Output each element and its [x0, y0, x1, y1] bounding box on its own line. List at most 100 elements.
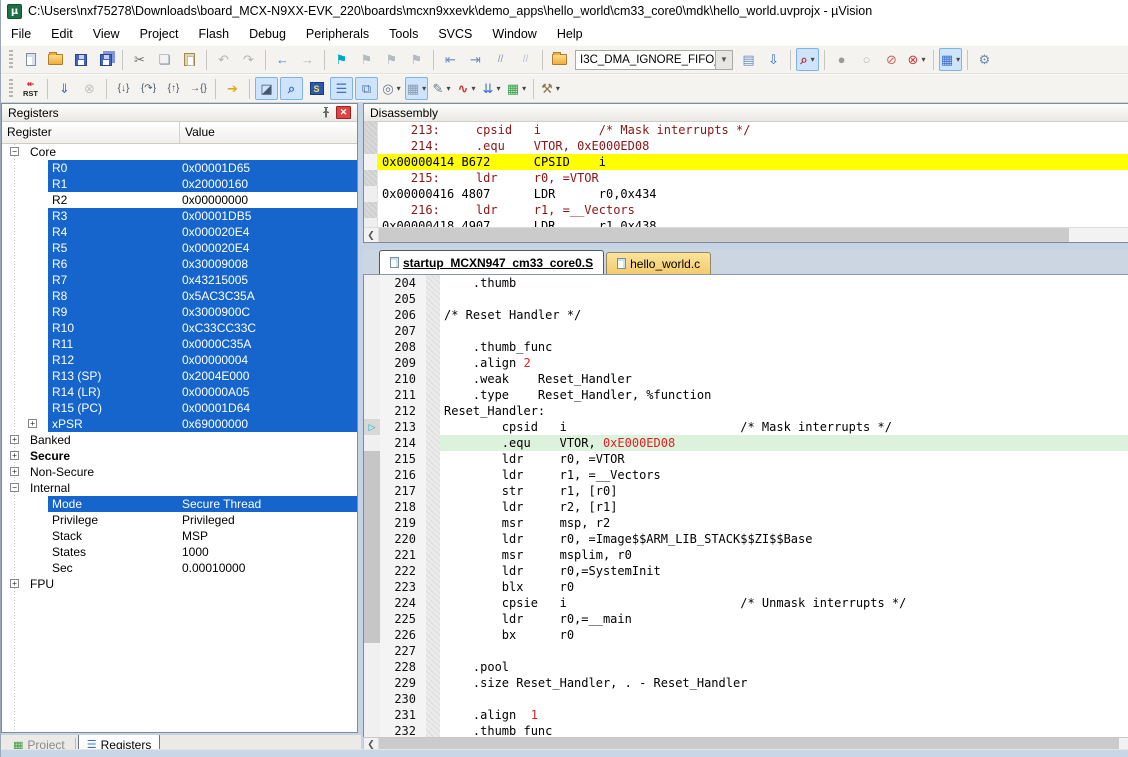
breakpoint-margin[interactable]	[426, 403, 440, 419]
register-row-r3[interactable]: R30x00001DB5	[2, 208, 357, 224]
editor-line-216[interactable]: 216 ldr r1, =__Vectors	[364, 467, 1128, 483]
menu-tools[interactable]: Tools	[379, 24, 428, 44]
editor-line-218[interactable]: 218 ldr r2, [r1]	[364, 499, 1128, 515]
register-row-r4[interactable]: R40x000020E4	[2, 224, 357, 240]
kill-all-breakpoints-button[interactable]: ⊗▾	[905, 48, 928, 71]
editor-line-223[interactable]: 223 blx r0	[364, 579, 1128, 595]
dropdown-arrow-icon[interactable]: ▾	[446, 84, 450, 93]
open-file-button[interactable]	[44, 48, 67, 71]
define-combo[interactable]: I3C_DMA_IGNORE_FIFO_▼	[575, 50, 733, 70]
scroll-left-icon[interactable]: ❮	[364, 228, 379, 242]
memory-window-button[interactable]: ▦▾	[405, 77, 428, 100]
disassembly-window-button[interactable]: ⌕	[280, 77, 303, 100]
disassembly-body[interactable]: 213: cpsid i /* Mask interrupts */ 214: …	[364, 122, 1128, 227]
cut-button[interactable]: ✂	[128, 48, 151, 71]
call-stack-window-button[interactable]: ⧉	[355, 77, 378, 100]
register-row-sec[interactable]: Sec0.00010000	[2, 560, 357, 576]
copy-button[interactable]: ❏	[153, 48, 176, 71]
expand-icon[interactable]: +	[10, 451, 19, 460]
insert-bookmark-button[interactable]: ⚑	[330, 48, 353, 71]
toolbar-grip[interactable]	[9, 79, 13, 99]
disassembly-line[interactable]: 0x00000414 B672 CPSID i	[364, 154, 1128, 170]
editor-line-227[interactable]: 227	[364, 643, 1128, 659]
menu-view[interactable]: View	[83, 24, 130, 44]
breakpoint-margin[interactable]	[426, 707, 440, 723]
indent-button[interactable]: ⇥	[464, 48, 487, 71]
previous-bookmark-button[interactable]: ⚑	[355, 48, 378, 71]
incremental-find-button[interactable]: ⇩	[762, 48, 785, 71]
editor-line-214[interactable]: 214 .equ VTOR, 0xE000ED08	[364, 435, 1128, 451]
find-in-files-button[interactable]	[548, 48, 571, 71]
menu-debug[interactable]: Debug	[239, 24, 296, 44]
breakpoint-margin[interactable]	[426, 483, 440, 499]
register-row-internal[interactable]: −Internal	[2, 480, 357, 496]
editor-line-228[interactable]: 228 .pool	[364, 659, 1128, 675]
breakpoint-margin[interactable]	[426, 323, 440, 339]
clear-bookmarks-button[interactable]: ⚑	[405, 48, 428, 71]
enable-breakpoint-button[interactable]: ○	[855, 48, 878, 71]
comment-button[interactable]: //	[489, 48, 512, 71]
dropdown-arrow-icon[interactable]: ▾	[471, 84, 475, 93]
editor-line-229[interactable]: 229 .size Reset_Handler, . - Reset_Handl…	[364, 675, 1128, 691]
register-row-stack[interactable]: StackMSP	[2, 528, 357, 544]
search-documents-button[interactable]: ▤	[737, 48, 760, 71]
expand-icon[interactable]: +	[28, 419, 37, 428]
menu-edit[interactable]: Edit	[41, 24, 83, 44]
save-all-button[interactable]	[94, 48, 117, 71]
expand-icon[interactable]: +	[10, 579, 19, 588]
disassembly-line[interactable]: 0x00000416 4807 LDR r0,0x434	[364, 186, 1128, 202]
expand-icon[interactable]: +	[10, 467, 19, 476]
register-row-r7[interactable]: R70x43215005	[2, 272, 357, 288]
value-column-header[interactable]: Value	[180, 122, 357, 143]
step-into-button[interactable]: {↓}	[112, 77, 135, 100]
step-out-button[interactable]: {↑}	[162, 77, 185, 100]
editor-line-212[interactable]: 212Reset_Handler:	[364, 403, 1128, 419]
register-row-core[interactable]: −Core	[2, 144, 357, 160]
register-row-r10[interactable]: R100xC33CC33C	[2, 320, 357, 336]
breakpoint-margin[interactable]	[426, 723, 440, 737]
breakpoint-margin[interactable]	[426, 563, 440, 579]
breakpoint-margin[interactable]	[426, 579, 440, 595]
menu-help[interactable]: Help	[547, 24, 593, 44]
register-row-r0[interactable]: R00x00001D65	[2, 160, 357, 176]
editor-line-226[interactable]: 226 bx r0	[364, 627, 1128, 643]
register-row-secure[interactable]: +Secure	[2, 448, 357, 464]
editor-line-208[interactable]: 208 .thumb_func	[364, 339, 1128, 355]
disassembly-line[interactable]: 216: ldr r1, =__Vectors	[364, 202, 1128, 218]
menu-window[interactable]: Window	[482, 24, 546, 44]
trace-window-button[interactable]: ⇊▾	[480, 77, 503, 100]
breakpoint-margin[interactable]	[426, 451, 440, 467]
disassembly-line[interactable]: 0x00000418 4907 LDR r1,0x438	[364, 218, 1128, 227]
show-next-statement-button[interactable]: ➔	[221, 77, 244, 100]
menu-peripherals[interactable]: Peripherals	[296, 24, 379, 44]
editor-line-224[interactable]: 224 cpsie i /* Unmask interrupts */	[364, 595, 1128, 611]
breakpoint-margin[interactable]	[426, 291, 440, 307]
breakpoint-margin[interactable]	[426, 275, 440, 291]
pin-icon[interactable]	[319, 106, 333, 119]
dropdown-arrow-icon[interactable]: ▾	[956, 55, 960, 64]
run-button[interactable]: ⇓	[53, 77, 76, 100]
breakpoint-margin[interactable]	[426, 307, 440, 323]
breakpoint-margin[interactable]	[426, 355, 440, 371]
editor-line-230[interactable]: 230	[364, 691, 1128, 707]
editor-line-204[interactable]: 204 .thumb	[364, 275, 1128, 291]
dropdown-arrow-icon[interactable]: ▾	[811, 55, 815, 64]
uncomment-button[interactable]: //	[514, 48, 537, 71]
register-row-states[interactable]: States1000	[2, 544, 357, 560]
menu-flash[interactable]: Flash	[188, 24, 239, 44]
breakpoint-margin[interactable]	[426, 675, 440, 691]
serial-window-button[interactable]: ✎▾	[430, 77, 453, 100]
symbols-window-button[interactable]: S	[305, 77, 328, 100]
paste-button[interactable]	[178, 48, 201, 71]
register-row-r9[interactable]: R90x3000900C	[2, 304, 357, 320]
breakpoint-margin[interactable]	[426, 611, 440, 627]
window-layout-button[interactable]: ▦▾	[939, 48, 962, 71]
breakpoint-margin[interactable]	[426, 659, 440, 675]
register-row-r5[interactable]: R50x000020E4	[2, 240, 357, 256]
breakpoint-margin[interactable]	[426, 643, 440, 659]
editor-line-231[interactable]: 231 .align 1	[364, 707, 1128, 723]
analysis-window-button[interactable]: ∿▾	[455, 77, 478, 100]
editor-line-206[interactable]: 206/* Reset Handler */	[364, 307, 1128, 323]
register-row-r12[interactable]: R120x00000004	[2, 352, 357, 368]
start-stop-debug-button[interactable]: ⌕▾	[796, 48, 819, 71]
